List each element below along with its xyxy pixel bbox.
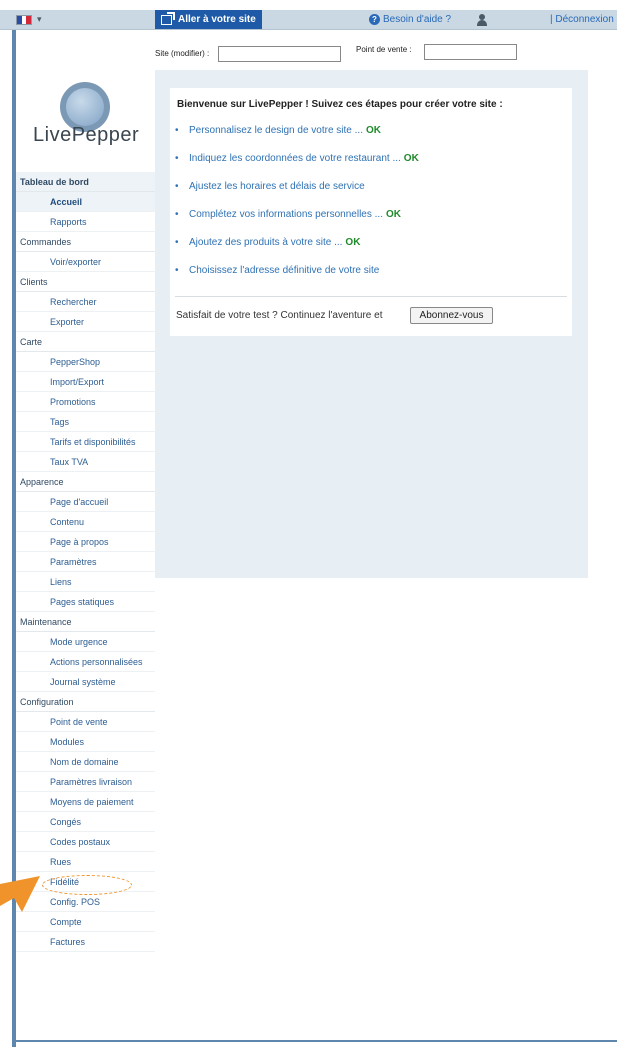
sidebar-section[interactable]: Maintenance <box>16 612 155 632</box>
sidebar-item[interactable]: PepperShop <box>16 352 155 372</box>
top-bar: ▾ Aller à votre site ? Besoin d'aide ? |… <box>0 10 617 30</box>
welcome-card: Bienvenue sur LivePepper ! Suivez ces ét… <box>170 88 572 336</box>
bullet-icon: • <box>175 265 179 276</box>
step-status: OK <box>385 209 401 220</box>
main-panel: Bienvenue sur LivePepper ! Suivez ces ét… <box>155 70 588 578</box>
sidebar-item[interactable]: Contenu <box>16 512 155 532</box>
sidebar-item[interactable]: Actions personnalisées <box>16 652 155 672</box>
subscribe-button[interactable]: Abonnez-vous <box>410 307 493 324</box>
help-link[interactable]: ? Besoin d'aide ? <box>369 14 451 25</box>
sidebar-item[interactable]: Paramètres <box>16 552 155 572</box>
sidebar-item[interactable]: Paramètres livraison <box>16 772 155 792</box>
step-link[interactable]: Ajoutez des produits à votre site ... <box>189 237 342 248</box>
sidebar-item[interactable]: Promotions <box>16 392 155 412</box>
visit-site-button[interactable]: Aller à votre site <box>155 10 262 29</box>
step-status: OK <box>365 125 381 136</box>
external-link-icon <box>161 11 175 25</box>
sidebar-item[interactable]: Modules <box>16 732 155 752</box>
logo-text: LivePepper <box>33 124 140 146</box>
step-link[interactable]: Ajustez les horaires et délais de servic… <box>189 181 365 192</box>
sidebar-item[interactable]: Pages statiques <box>16 592 155 612</box>
chevron-down-icon[interactable]: ▾ <box>37 14 42 25</box>
app-window: ▾ Aller à votre site ? Besoin d'aide ? |… <box>0 0 617 1047</box>
divider <box>175 296 567 297</box>
question-icon: ? <box>369 14 380 25</box>
sidebar-section[interactable]: Apparence <box>16 472 155 492</box>
step-item: • Indiquez les coordonnées de votre resta… <box>175 153 565 181</box>
sidebar-item[interactable]: Exporter <box>16 312 155 332</box>
sidebar-item[interactable]: Rechercher <box>16 292 155 312</box>
sidebar-section[interactable]: Tableau de bord <box>16 172 155 192</box>
sidebar-item[interactable]: Rapports <box>16 212 155 232</box>
sidebar-item[interactable]: Moyens de paiement <box>16 792 155 812</box>
sidebar-item[interactable]: Journal système <box>16 672 155 692</box>
sidebar-item[interactable]: Accueil <box>16 192 155 212</box>
sidebar-item[interactable]: Point de vente <box>16 712 155 732</box>
bullet-icon: • <box>175 237 179 248</box>
sidebar-item[interactable]: Import/Export <box>16 372 155 392</box>
site-label: Site (modifier) : <box>155 49 210 58</box>
livepepper-logo <box>60 54 140 134</box>
sidebar-item[interactable]: Factures <box>16 932 155 952</box>
step-status: OK <box>345 237 361 248</box>
bullet-icon: • <box>175 153 179 164</box>
visit-site-label: Aller à votre site <box>178 14 256 25</box>
frame-bottom-border <box>12 1040 617 1042</box>
sidebar-section[interactable]: Carte <box>16 332 155 352</box>
welcome-title: Bienvenue sur LivePepper ! Suivez ces ét… <box>177 99 503 110</box>
france-flag-icon[interactable] <box>16 15 32 25</box>
step-status: OK <box>403 153 419 164</box>
sidebar-item[interactable]: Tags <box>16 412 155 432</box>
logout-link[interactable]: | Déconnexion <box>550 14 614 25</box>
step-item: • Personnalisez le design de votre site .… <box>175 125 565 153</box>
sidebar-item[interactable]: Compte <box>16 912 155 932</box>
sidebar-section[interactable]: Configuration <box>16 692 155 712</box>
help-label: Besoin d'aide ? <box>383 14 452 25</box>
annotation-highlight <box>42 875 132 895</box>
steps-list: • Personnalisez le design de votre site .… <box>175 125 565 293</box>
bullet-icon: • <box>175 125 179 136</box>
step-item: • Ajustez les horaires et délais de servi… <box>175 181 565 209</box>
user-icon[interactable] <box>477 14 487 26</box>
sidebar-item[interactable]: Congés <box>16 812 155 832</box>
step-link[interactable]: Choisissez l'adresse définitive de votre… <box>189 265 379 276</box>
sidebar-item[interactable]: Taux TVA <box>16 452 155 472</box>
point-of-sale-label: Point de vente : <box>356 45 412 54</box>
sidebar-item[interactable]: Liens <box>16 572 155 592</box>
step-link[interactable]: Complétez vos informations personnelles … <box>189 209 383 220</box>
sidebar-item[interactable]: Codes postaux <box>16 832 155 852</box>
step-item: • Choisissez l'adresse définitive de votr… <box>175 265 565 293</box>
sidebar-section[interactable]: Commandes <box>16 232 155 252</box>
bullet-icon: • <box>175 181 179 192</box>
annotation-arrow-icon <box>0 876 40 912</box>
step-item: • Complétez vos informations personnelles… <box>175 209 565 237</box>
bullet-icon: • <box>175 209 179 220</box>
step-item: • Ajoutez des produits à votre site ... OK <box>175 237 565 265</box>
step-link[interactable]: Indiquez les coordonnées de votre restau… <box>189 153 401 164</box>
sidebar-section[interactable]: Clients <box>16 272 155 292</box>
sidebar-item[interactable]: Nom de domaine <box>16 752 155 772</box>
sidebar-item[interactable]: Tarifs et disponibilités <box>16 432 155 452</box>
point-of-sale-input[interactable] <box>424 44 517 60</box>
sidebar-nav: Tableau de bord Accueil Rapports Commandes V… <box>16 172 155 952</box>
step-link[interactable]: Personnalisez le design de votre site ..… <box>189 125 363 136</box>
sidebar-item[interactable]: Voir/exporter <box>16 252 155 272</box>
site-input[interactable] <box>218 46 341 62</box>
sidebar-item[interactable]: Mode urgence <box>16 632 155 652</box>
subscribe-prompt: Satisfait de votre test ? Continuez l'av… <box>176 310 383 321</box>
sidebar-item[interactable]: Page d'accueil <box>16 492 155 512</box>
sidebar-item[interactable]: Page à propos <box>16 532 155 552</box>
